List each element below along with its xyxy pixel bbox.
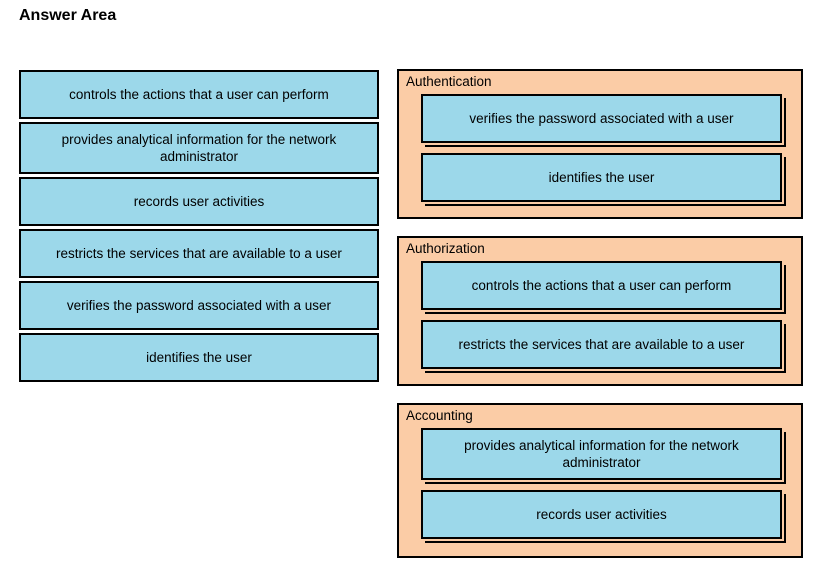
page-title: Answer Area <box>19 7 117 24</box>
drop-tile[interactable]: restricts the services that are availabl… <box>421 320 782 369</box>
source-tile-label: records user activities <box>133 194 265 209</box>
drop-tile[interactable]: identifies the user <box>421 153 782 202</box>
drop-tile-label: provides analytical information for the … <box>464 438 739 470</box>
drop-tile[interactable]: records user activities <box>421 490 782 539</box>
source-tile-label: controls the actions that a user can per… <box>69 87 329 102</box>
source-tile-list: controls the actions that a user can per… <box>19 70 379 385</box>
source-tile[interactable]: provides analytical information for the … <box>19 122 379 174</box>
source-tile[interactable]: restricts the services that are availabl… <box>19 229 379 278</box>
drop-tile[interactable]: verifies the password associated with a … <box>421 94 782 143</box>
drop-panel-body: verifies the password associated with a … <box>399 94 801 209</box>
drop-panel-header: Authentication <box>406 74 492 89</box>
drop-tile-label: verifies the password associated with a … <box>469 111 734 126</box>
drop-panel-authentication[interactable]: Authentication verifies the password ass… <box>397 69 803 219</box>
drop-panel-body: controls the actions that a user can per… <box>399 261 801 376</box>
drop-tile-label: identifies the user <box>548 170 655 185</box>
drop-tile-label: records user activities <box>536 507 667 522</box>
source-tile-label: identifies the user <box>146 350 252 365</box>
source-tile-label: provides analytical information for the … <box>61 132 337 164</box>
drop-panel-header: Accounting <box>406 408 473 423</box>
source-tile[interactable]: records user activities <box>19 177 379 226</box>
source-tile-label: verifies the password associated with a … <box>66 298 332 313</box>
source-tile-label: restricts the services that are availabl… <box>56 246 342 261</box>
source-tile[interactable]: verifies the password associated with a … <box>19 281 379 330</box>
drop-tile-label: controls the actions that a user can per… <box>471 278 732 293</box>
drop-tile[interactable]: provides analytical information for the … <box>421 428 782 480</box>
source-tile[interactable]: identifies the user <box>19 333 379 382</box>
drop-tile[interactable]: controls the actions that a user can per… <box>421 261 782 310</box>
drop-panel-accounting[interactable]: Accounting provides analytical informati… <box>397 403 803 558</box>
drop-panel-header: Authorization <box>406 241 485 256</box>
source-tile[interactable]: controls the actions that a user can per… <box>19 70 379 119</box>
drop-tile-label: restricts the services that are availabl… <box>458 337 745 352</box>
drop-panel-body: provides analytical information for the … <box>399 428 801 546</box>
drop-panel-authorization[interactable]: Authorization controls the actions that … <box>397 236 803 386</box>
